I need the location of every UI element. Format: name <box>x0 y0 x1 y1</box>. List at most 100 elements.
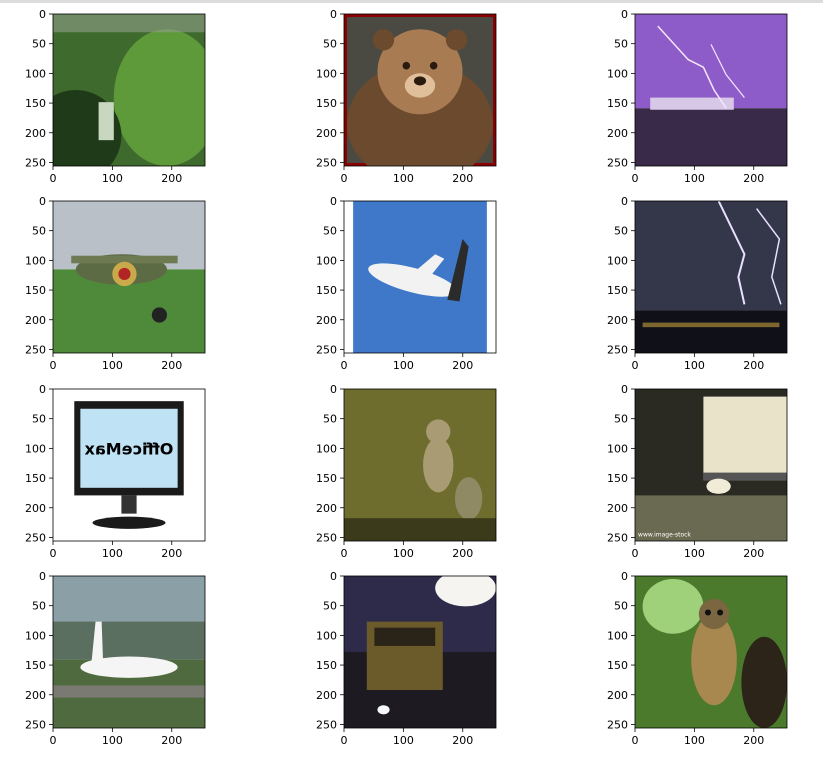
y-tick-label: 200 <box>316 127 337 140</box>
y-tick-label: 0 <box>621 195 628 208</box>
y-tick-label: 250 <box>607 343 628 356</box>
y-tick-label: 250 <box>25 343 46 356</box>
subplot-12: 0 50 100 150 200 250 0 100 200 <box>607 570 788 747</box>
y-tick-label: 0 <box>39 570 46 583</box>
y-tick-label: 150 <box>607 284 628 297</box>
subplot-8: 0 50 100 150 200 250 0 100 200 <box>316 383 497 560</box>
x-tick-label: 200 <box>743 734 764 747</box>
x-tick-label: 100 <box>393 359 414 372</box>
image-school-bus-at-night <box>344 576 496 728</box>
x-tick-label: 200 <box>743 547 764 560</box>
y-tick-label: 200 <box>25 689 46 702</box>
x-tick-label: 200 <box>743 172 764 185</box>
y-tick-label: 150 <box>607 659 628 672</box>
monitor-brand-text: OfficeMax <box>84 439 174 458</box>
y-tick-label: 150 <box>25 97 46 110</box>
y-tick-label: 50 <box>614 600 628 613</box>
y-tick-label: 200 <box>607 502 628 515</box>
x-tick-label: 100 <box>102 734 123 747</box>
y-tick-label: 150 <box>607 97 628 110</box>
y-tick-label: 100 <box>607 254 628 267</box>
x-tick-label: 100 <box>684 172 705 185</box>
x-tick-label: 200 <box>161 172 182 185</box>
y-tick-label: 0 <box>330 383 337 396</box>
y-tick-label: 100 <box>316 254 337 267</box>
image-computer-monitor: OfficeMax <box>53 389 205 541</box>
x-tick-label: 0 <box>632 547 639 560</box>
y-tick-label: 150 <box>607 472 628 485</box>
y-tick-label: 100 <box>607 442 628 455</box>
y-tick-label: 50 <box>614 413 628 426</box>
x-tick-label: 200 <box>161 359 182 372</box>
subplot-11: 0 50 100 150 200 250 0 100 200 <box>316 570 497 747</box>
y-tick-label: 0 <box>330 195 337 208</box>
y-tick-label: 100 <box>607 67 628 80</box>
x-tick-label: 100 <box>684 547 705 560</box>
y-tick-label: 250 <box>316 718 337 731</box>
y-tick-label: 0 <box>330 570 337 583</box>
watermark-text: www.image-stock <box>638 531 691 538</box>
subplot-10: 0 50 100 150 200 250 0 100 200 <box>25 570 206 747</box>
image-light-bulb-on-windowsill: www.image-stock <box>635 389 787 541</box>
y-tick-label: 250 <box>607 531 628 544</box>
y-tick-label: 200 <box>316 502 337 515</box>
subplot-9: www.image-stock 0 50 100 150 200 250 0 100 200 <box>607 383 788 560</box>
x-tick-label: 0 <box>341 172 348 185</box>
subplot-3: 0 50 100 150 200 250 0 100 200 <box>607 8 788 185</box>
y-tick-label: 0 <box>621 570 628 583</box>
y-tick-label: 50 <box>32 413 46 426</box>
y-tick-label: 200 <box>607 689 628 702</box>
image-grid-figure: 0 50 100 150 200 250 0 100 200 0 50 100 150 200 250 0 10… <box>25 8 788 747</box>
y-tick-label: 250 <box>316 531 337 544</box>
subplot-2: 0 50 100 150 200 250 0 100 200 <box>316 8 497 185</box>
y-tick-label: 200 <box>25 127 46 140</box>
image-owl-in-grass <box>344 389 496 541</box>
x-tick-label: 0 <box>50 172 57 185</box>
image-purple-lightning-over-city <box>635 14 787 166</box>
y-tick-label: 50 <box>323 225 337 238</box>
subplot-1: 0 50 100 150 200 250 0 100 200 <box>25 8 206 185</box>
image-passenger-jet-in-sky <box>344 201 496 353</box>
y-tick-label: 150 <box>25 472 46 485</box>
subplot-4: 0 50 100 150 200 250 0 100 200 <box>25 195 206 372</box>
y-tick-label: 250 <box>25 156 46 169</box>
x-tick-label: 100 <box>393 734 414 747</box>
y-tick-label: 50 <box>614 225 628 238</box>
y-tick-label: 200 <box>316 314 337 327</box>
y-tick-label: 250 <box>607 156 628 169</box>
x-tick-label: 0 <box>50 547 57 560</box>
y-tick-label: 250 <box>316 156 337 169</box>
y-tick-label: 250 <box>607 718 628 731</box>
y-tick-label: 50 <box>614 38 628 51</box>
y-tick-label: 50 <box>323 413 337 426</box>
subplot-7: OfficeMax 0 50 100 150 200 250 0 100 200 <box>25 383 206 560</box>
y-tick-label: 100 <box>316 629 337 642</box>
x-tick-label: 0 <box>341 359 348 372</box>
y-tick-label: 50 <box>32 600 46 613</box>
image-waterfall-in-forest <box>53 14 205 166</box>
y-tick-label: 100 <box>25 442 46 455</box>
y-tick-label: 100 <box>25 629 46 642</box>
y-tick-label: 50 <box>32 38 46 51</box>
x-tick-label: 200 <box>452 547 473 560</box>
x-tick-label: 200 <box>743 359 764 372</box>
y-tick-label: 50 <box>323 600 337 613</box>
x-tick-label: 100 <box>102 359 123 372</box>
y-tick-label: 250 <box>25 531 46 544</box>
y-tick-label: 50 <box>323 38 337 51</box>
x-tick-label: 0 <box>50 734 57 747</box>
y-tick-label: 150 <box>316 284 337 297</box>
image-vintage-propeller-airplane <box>53 201 205 353</box>
y-tick-label: 250 <box>25 718 46 731</box>
y-tick-label: 150 <box>316 472 337 485</box>
y-tick-label: 0 <box>621 8 628 21</box>
x-tick-label: 0 <box>341 547 348 560</box>
image-brown-bear-portrait <box>344 14 496 166</box>
x-tick-label: 100 <box>393 547 414 560</box>
y-tick-label: 100 <box>316 67 337 80</box>
x-tick-label: 200 <box>161 734 182 747</box>
x-tick-label: 0 <box>50 359 57 372</box>
x-tick-label: 200 <box>452 734 473 747</box>
image-lightning-over-night-city <box>635 201 787 353</box>
x-tick-label: 100 <box>684 734 705 747</box>
